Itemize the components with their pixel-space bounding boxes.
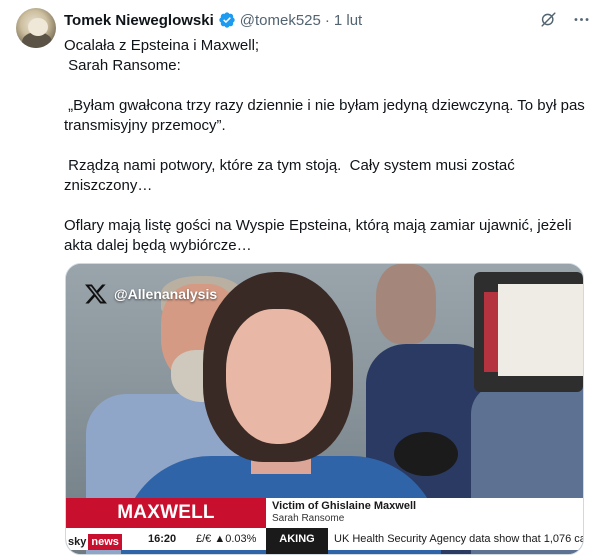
tweet-line: Rządzą nami potwory, które za tym stoją.… [64,157,519,194]
x-logo-icon [85,284,107,304]
news-logo-text: news [88,534,122,550]
sky-logo-text: sky [68,536,87,548]
tweet-line: „Byłam gwałcona trzy razy dziennie i nie… [64,97,589,134]
caption-name: Sarah Ransome [272,513,345,524]
microphone [394,432,458,476]
sentencing-banner: MAXWELL SENTENCING [66,498,266,553]
tweet-text: Ocalała z Epsteina i Maxwell; Sarah Rans… [64,36,594,256]
tweet-line: Oflary mają listę gości na Wyspie Epstei… [64,217,576,254]
tweet-line: Ocalała z Epsteina i Maxwell; [64,37,260,54]
tweet-gap [64,136,594,156]
ticker-fx: £/€ ▲0.03% [196,533,257,545]
camera-red-strip [484,292,498,372]
tweet-line: Sarah Ransome: [64,57,181,74]
tweet: Tomek Nieweglowski @tomek525 · 1 lut Oca… [0,0,611,556]
avatar-face [28,18,48,36]
sky-news-logo: sky news [68,531,122,553]
tweet-gap [64,76,594,96]
lower-third: MAXWELL SENTENCING Victim of Ghislaine M… [66,498,583,553]
tweet-header: Tomek Nieweglowski @tomek525 · 1 lut [64,10,362,30]
avatar[interactable] [16,8,56,48]
video-media[interactable]: @Allenanalysis MAXWELL SENTENCING Victim… [65,263,584,555]
tweet-actions [539,10,591,29]
breaking-news-label: AKING NEWS [266,528,328,554]
video-watermark: @Allenanalysis [84,282,217,306]
user-name[interactable]: Tomek Nieweglowski [64,12,214,29]
watermark-handle: @Allenanalysis [114,286,218,302]
tweet-gap [64,196,594,216]
caption-box: Victim of Ghislaine Maxwell Sarah Ransom… [266,498,583,528]
timestamp[interactable]: 1 lut [334,12,362,29]
separator-dot: · [324,11,330,29]
man-right-head [376,264,436,344]
caption-title: Victim of Ghislaine Maxwell [272,500,417,512]
news-ticker: sky news 16:20 £/€ ▲0.03% AKING NEWS UK … [66,528,584,554]
ticker-clock: 16:20 [148,533,177,545]
more-icon[interactable] [572,10,591,29]
grok-icon[interactable] [539,10,558,29]
woman-face [226,309,331,444]
ticker-headline: UK Health Security Agency data show that… [334,533,584,545]
camera-card [498,284,583,376]
user-handle[interactable]: @tomek525 [240,12,321,29]
verified-badge-icon [219,12,235,28]
